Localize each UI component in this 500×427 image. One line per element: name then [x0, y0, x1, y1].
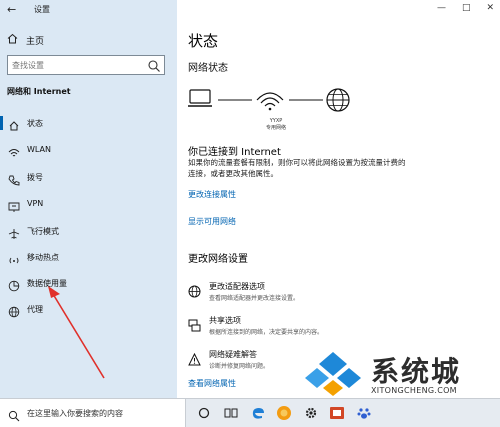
computer-icon: [188, 89, 212, 107]
sharing-options-item[interactable]: 共享选项 根据所连接到的网络，决定要共享的内容。: [188, 315, 388, 339]
connected-description: 如果你的流量套餐有限制，则你可以将此网络设置为按流量计费的连接，或者更改其他属性…: [188, 158, 406, 178]
selected-indicator: [0, 116, 3, 130]
cortana-icon[interactable]: [195, 404, 213, 422]
settings-sidebar: ← 设置 主页 网络和 Internet 状态 WLAN 拨号: [0, 0, 177, 398]
sidebar-item-label: 拨号: [27, 173, 43, 182]
change-network-settings-title: 更改网络设置: [188, 254, 248, 265]
dialup-icon: [8, 171, 20, 186]
view-network-properties-link[interactable]: 查看网络属性: [188, 378, 236, 389]
sidebar-item-data-usage[interactable]: 数据使用量: [0, 273, 177, 293]
option-description: 诊断并修复网络问题。: [209, 363, 270, 370]
vpn-icon: [8, 198, 20, 212]
paw-app-icon[interactable]: [355, 404, 373, 422]
option-description: 查看网络适配器并更改连接设置。: [209, 295, 300, 302]
browser-app-icon[interactable]: [275, 404, 293, 422]
task-view-icon[interactable]: [222, 404, 240, 422]
watermark: 系统城 XITONGCHENG.COM: [303, 350, 500, 398]
search-icon: [8, 407, 20, 422]
hotspot-icon: [8, 251, 20, 264]
option-title: 网络疑难解答: [209, 350, 257, 359]
sidebar-item-label: 移动热点: [27, 253, 59, 262]
option-description: 根据所连接到的网络，决定要共享的内容。: [209, 329, 324, 336]
home-icon: [7, 33, 19, 47]
sidebar-item-dialup[interactable]: 拨号: [0, 167, 177, 187]
close-icon[interactable]: ✕: [486, 3, 494, 13]
edge-browser-icon[interactable]: [249, 404, 267, 422]
option-title: 更改适配器选项: [209, 282, 265, 291]
watermark-text: 系统城: [371, 355, 462, 388]
network-status-title: 网络状态: [188, 63, 228, 74]
minimize-icon[interactable]: —: [437, 3, 446, 13]
network-caption: YYXP 专用网络: [256, 118, 296, 132]
sidebar-item-label: VPN: [27, 199, 44, 208]
sidebar-item-label: 数据使用量: [27, 279, 67, 288]
presentation-app-icon[interactable]: [328, 404, 346, 422]
internet-globe-icon: [326, 88, 350, 112]
sidebar-item-proxy[interactable]: 代理: [0, 299, 177, 319]
sidebar-item-label: 状态: [27, 119, 43, 128]
connected-title: 你已连接到 Internet: [188, 147, 281, 158]
adapter-options-item[interactable]: 更改适配器选项 查看网络适配器并更改连接设置。: [188, 281, 388, 305]
wifi-icon: [8, 144, 20, 157]
data-usage-icon: [8, 277, 20, 292]
home-label: 主页: [26, 36, 45, 47]
sidebar-item-label: 代理: [27, 305, 43, 314]
airplane-icon: [8, 225, 20, 239]
settings-search-box[interactable]: [7, 55, 165, 75]
home-nav-item[interactable]: 主页: [7, 33, 44, 47]
sidebar-item-hotspot[interactable]: 移动热点: [0, 247, 177, 267]
settings-search-input[interactable]: [12, 58, 142, 72]
option-title: 共享选项: [209, 316, 241, 325]
sidebar-item-label: 飞行模式: [27, 227, 59, 236]
globe-icon: [8, 303, 20, 318]
main-content: — □ ✕ 状态 网络状态 YYXP 专用网络 你已连接到 Internet 如…: [177, 0, 500, 398]
network-type: 专用网络: [265, 125, 286, 131]
taskbar-search-box[interactable]: 在这里输入你要搜索的内容: [0, 399, 186, 427]
sidebar-item-status[interactable]: 状态: [0, 113, 177, 133]
taskbar-search-placeholder: 在这里输入你要搜索的内容: [27, 409, 123, 418]
status-icon: [8, 117, 20, 131]
show-available-networks-link[interactable]: 显示可用网络: [188, 216, 236, 227]
taskbar: 在这里输入你要搜索的内容: [0, 398, 500, 427]
maximize-icon[interactable]: □: [462, 3, 471, 13]
adapter-icon: [188, 283, 201, 298]
watermark-url: XITONGCHENG.COM: [371, 386, 457, 395]
wifi-signal-icon: [256, 92, 284, 111]
app-title: 设置: [34, 5, 50, 14]
warning-icon: [188, 351, 201, 366]
search-icon[interactable]: [147, 58, 161, 72]
sidebar-item-airplane[interactable]: 飞行模式: [0, 221, 177, 241]
sidebar-item-wlan[interactable]: WLAN: [0, 140, 177, 160]
titlebar-left: ← 设置: [0, 0, 177, 20]
sidebar-item-vpn[interactable]: VPN: [0, 194, 177, 214]
network-name: YYXP: [269, 118, 283, 124]
change-connection-properties-link[interactable]: 更改连接属性: [188, 189, 236, 200]
back-arrow-icon[interactable]: ←: [7, 3, 16, 16]
section-title: 网络和 Internet: [7, 87, 71, 96]
settings-gear-icon[interactable]: [302, 404, 320, 422]
page-title: 状态: [188, 32, 219, 50]
watermark-logo-icon: [305, 352, 361, 396]
sharing-icon: [188, 317, 201, 332]
sidebar-item-label: WLAN: [27, 145, 52, 154]
window-controls: — □ ✕: [437, 3, 494, 13]
